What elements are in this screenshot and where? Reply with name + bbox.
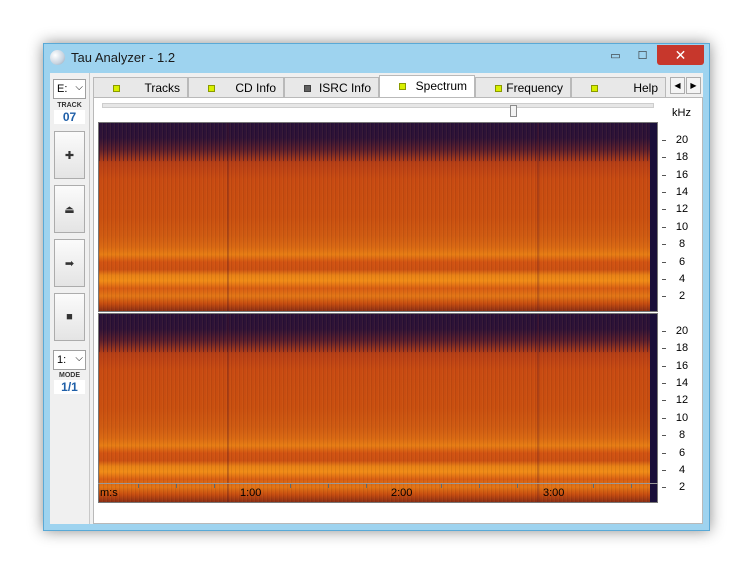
freq-tick: 10: [662, 412, 702, 424]
add-button[interactable]: ✚: [54, 131, 85, 179]
minimize-button[interactable]: ▭: [602, 45, 629, 65]
spectrogram-left-channel: [98, 122, 658, 312]
mode-label: MODE: [59, 372, 80, 379]
chevron-down-icon: ⌵: [75, 353, 83, 364]
track-label: TRACK: [57, 102, 82, 109]
tab-label: ISRC Info: [318, 81, 371, 95]
mode-value: 1/1: [54, 380, 85, 394]
tab-spectrum[interactable]: Spectrum: [379, 75, 475, 97]
tab-isrc-info[interactable]: ISRC Info: [284, 77, 379, 97]
window-title: Tau Analyzer - 1.2: [71, 50, 176, 65]
freq-tick: 12: [662, 394, 702, 406]
freq-tick: 2: [662, 481, 702, 493]
drive-select[interactable]: E: ⌵: [53, 79, 86, 99]
chevron-left-icon: ◀: [674, 81, 681, 90]
maximize-icon: ☐: [637, 49, 648, 62]
time-tick: 1:00: [240, 487, 262, 499]
app-window: Tau Analyzer - 1.2 ▭ ☐ ✕ E: ⌵ TRACK 07 ✚…: [43, 43, 710, 531]
tab-scroll-left-button[interactable]: ◀: [670, 77, 685, 94]
freq-tick: 6: [662, 447, 702, 459]
freq-tick: 14: [662, 186, 702, 198]
tab-label: Tracks: [144, 81, 180, 95]
time-axis-label: m:s: [100, 487, 118, 499]
app-icon: [50, 50, 65, 65]
eject-icon: ⏏: [64, 203, 75, 216]
time-tick: 3:00: [543, 487, 565, 499]
stop-button[interactable]: ■: [54, 293, 85, 341]
status-indicator-icon: [304, 85, 311, 92]
tab-scroll-right-button[interactable]: ▶: [686, 77, 701, 94]
slider-thumb[interactable]: [510, 105, 517, 117]
freq-tick: 4: [662, 464, 702, 476]
arrow-right-icon: ➡: [64, 257, 75, 270]
tab-label: CD Info: [235, 81, 276, 95]
tab-label: Frequency: [506, 81, 563, 95]
maximize-button[interactable]: ☐: [629, 45, 656, 65]
freq-tick: 10: [662, 221, 702, 233]
mode-select-value: 1:: [57, 354, 67, 366]
position-slider[interactable]: [102, 103, 654, 117]
tab-tracks[interactable]: Tracks: [93, 77, 188, 97]
freq-tick: 2: [662, 290, 702, 302]
plus-icon: ✚: [64, 149, 75, 162]
client-area: E: ⌵ TRACK 07 ✚ ⏏ ➡ ■ 1: ⌵ MODE 1/1 Trac…: [50, 73, 703, 524]
drive-value: E:: [57, 83, 68, 95]
control-sidebar: E: ⌵ TRACK 07 ✚ ⏏ ➡ ■ 1: ⌵ MODE 1/1: [50, 73, 90, 524]
tab-cd-info[interactable]: CD Info: [188, 77, 284, 97]
tab-bar: Tracks CD Info ISRC Info Spectrum Freque…: [93, 75, 703, 97]
close-icon: ✕: [674, 46, 687, 63]
freq-tick: 4: [662, 273, 702, 285]
freq-tick: 12: [662, 203, 702, 215]
spectrogram-edge: [650, 123, 657, 311]
freq-tick: 16: [662, 169, 702, 181]
tab-help[interactable]: Help: [571, 77, 666, 97]
freq-tick: 20: [662, 134, 702, 146]
spectrogram-edge: [650, 314, 657, 502]
track-number: 07: [54, 110, 85, 124]
status-indicator-icon: [591, 85, 598, 92]
tab-frequency[interactable]: Frequency: [475, 77, 571, 97]
time-tick: 2:00: [391, 487, 413, 499]
frequency-unit-label: kHz: [672, 107, 691, 119]
status-indicator-icon: [208, 85, 215, 92]
freq-tick: 8: [662, 429, 702, 441]
spectrum-panel: kHz 20 18 16 14 12 10 8 6 4 2 20 18 16 1…: [93, 97, 703, 524]
play-button[interactable]: ➡: [54, 239, 85, 287]
status-indicator-icon: [399, 83, 406, 90]
eject-button[interactable]: ⏏: [54, 185, 85, 233]
tab-label: Help: [633, 81, 658, 95]
freq-tick: 14: [662, 377, 702, 389]
status-indicator-icon: [113, 85, 120, 92]
freq-tick: 6: [662, 256, 702, 268]
close-button[interactable]: ✕: [657, 45, 704, 65]
title-bar[interactable]: Tau Analyzer - 1.2 ▭ ☐ ✕: [44, 44, 709, 72]
status-indicator-icon: [495, 85, 502, 92]
minimize-icon: ▭: [610, 49, 621, 62]
freq-tick: 20: [662, 325, 702, 337]
spectrogram-right-channel: [98, 313, 658, 503]
tab-label: Spectrum: [415, 79, 467, 93]
freq-tick: 8: [662, 238, 702, 250]
time-axis: m:s 1:00 2:00 3:00: [98, 483, 658, 501]
freq-tick: 18: [662, 342, 702, 354]
freq-tick: 16: [662, 360, 702, 372]
chevron-down-icon: ⌵: [75, 82, 83, 93]
chevron-right-icon: ▶: [690, 81, 697, 90]
stop-icon: ■: [66, 311, 73, 323]
freq-tick: 18: [662, 151, 702, 163]
mode-select[interactable]: 1: ⌵: [53, 350, 86, 370]
